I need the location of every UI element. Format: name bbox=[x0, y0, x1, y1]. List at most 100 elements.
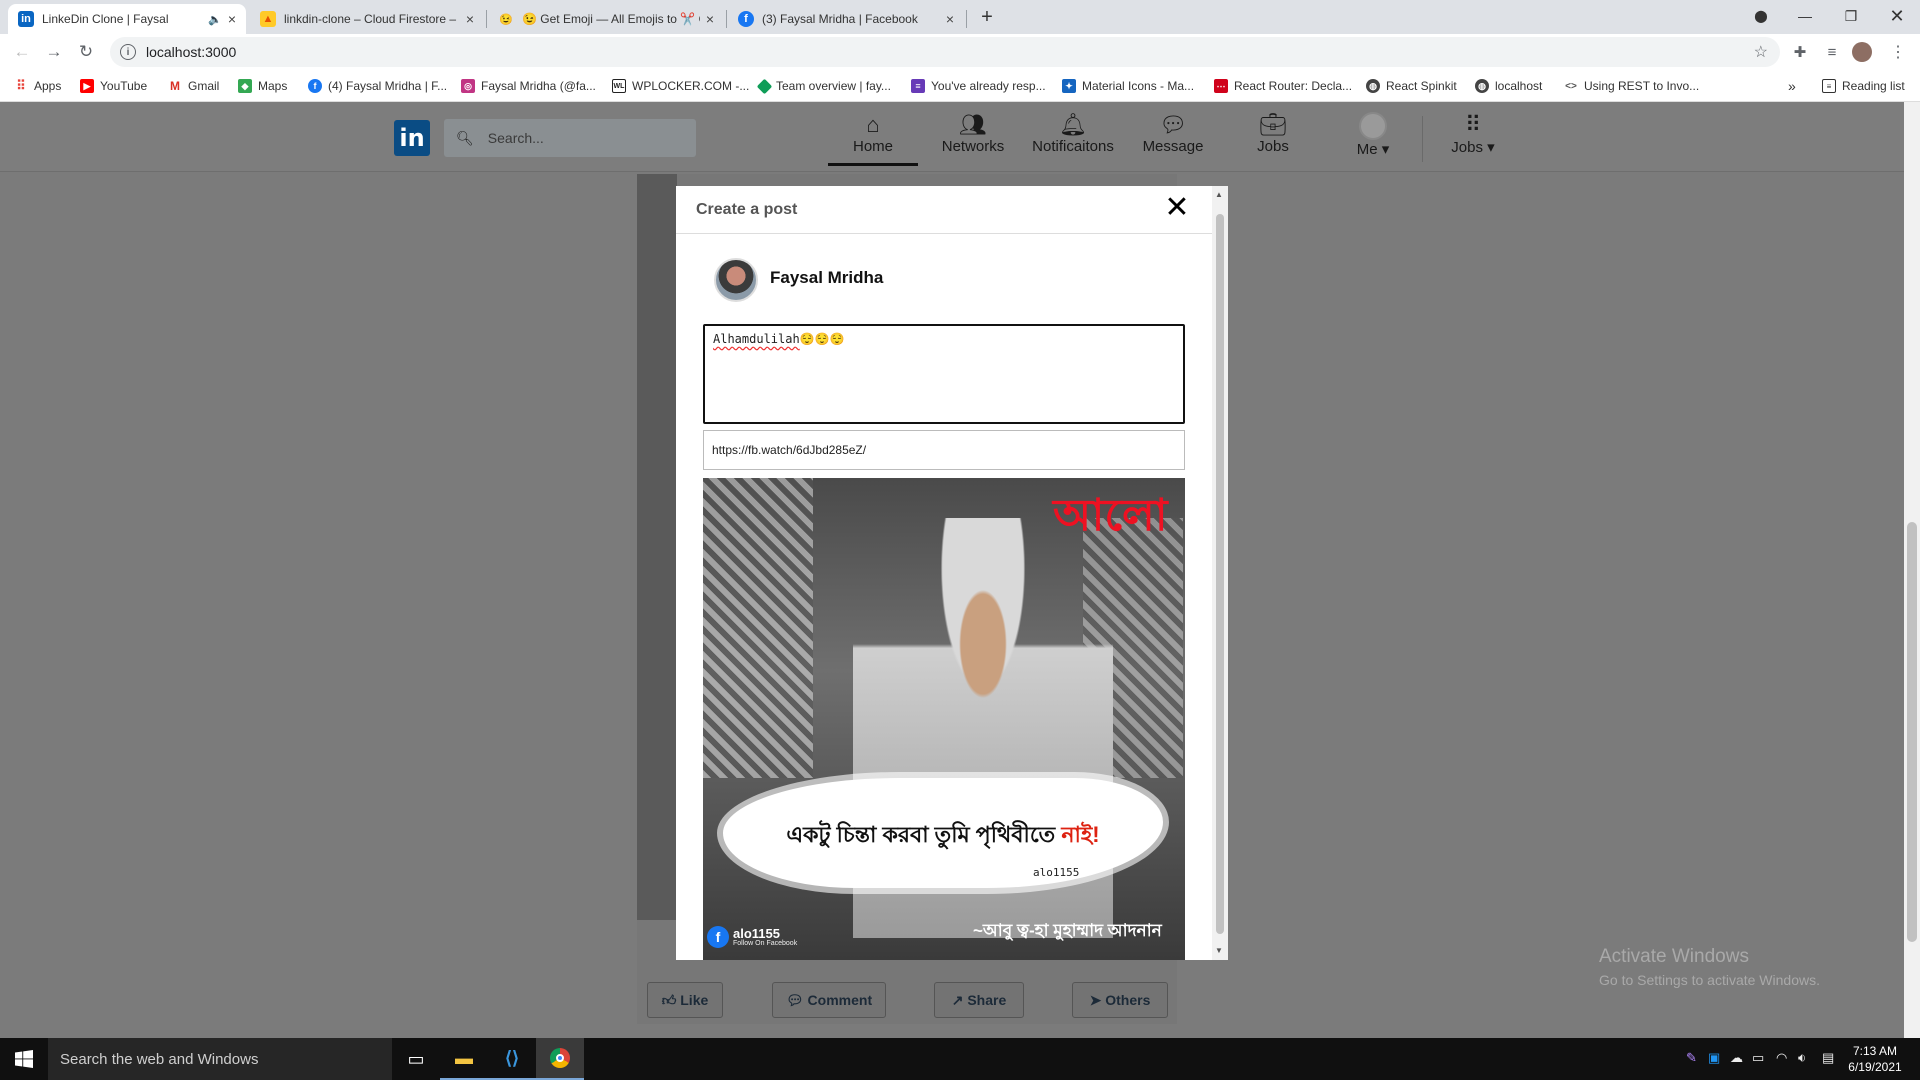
nav-work[interactable]: ⠿ Jobs ▾ bbox=[1428, 112, 1518, 166]
fb-page-name: alo1155 bbox=[733, 926, 780, 941]
back-icon[interactable]: ← bbox=[10, 40, 34, 64]
video-caption: একটু চিন্তা করবা তুমি পৃথিবীতে নাই! bbox=[786, 822, 1100, 847]
taskbar-search[interactable]: Search the web and Windows bbox=[48, 1038, 392, 1080]
close-tab-icon[interactable]: × bbox=[946, 11, 954, 27]
tab-search-icon[interactable]: ⬤ bbox=[1738, 0, 1784, 32]
modal-scrollbar[interactable]: ▲ ▼ bbox=[1212, 186, 1228, 960]
restore-button[interactable]: ❐ bbox=[1828, 0, 1874, 32]
post-textarea[interactable]: Alhamdulilah😌😌😌 bbox=[703, 324, 1185, 424]
page-scroll-thumb[interactable] bbox=[1907, 522, 1917, 942]
nav-home[interactable]: ⌂ Home bbox=[828, 112, 918, 166]
bookmark-react-router[interactable]: ⋯ React Router: Decla... bbox=[1214, 77, 1352, 95]
bookmark-gmail[interactable]: M Gmail bbox=[168, 77, 219, 95]
volume-icon[interactable]: 🔉︎ bbox=[1798, 1050, 1806, 1066]
address-bar[interactable]: i localhost:3000 ☆ bbox=[110, 37, 1780, 67]
close-tab-icon[interactable]: × bbox=[706, 11, 714, 27]
share-button[interactable]: ↗ Share bbox=[934, 982, 1024, 1018]
vscode-icon[interactable]: ⟨⟩ bbox=[488, 1038, 536, 1080]
bookmark-youtube[interactable]: ▶ YouTube bbox=[80, 77, 147, 95]
reading-list-button[interactable]: ≡ Reading list bbox=[1822, 77, 1905, 95]
wifi-icon[interactable]: ◠ bbox=[1776, 1050, 1787, 1066]
minimize-button[interactable]: — bbox=[1782, 0, 1828, 32]
scroll-up-icon[interactable]: ▲ bbox=[1215, 190, 1223, 199]
maps-icon: ◆ bbox=[238, 79, 252, 93]
linkedin-header: in 🔍︎ Search... ⌂ Home 👥︎ Networks 🔔︎ Notif… bbox=[0, 102, 1904, 172]
bookmarks-more-button[interactable]: » bbox=[1788, 77, 1796, 95]
nav-me[interactable]: Me ▾ bbox=[1328, 112, 1418, 166]
page-scrollbar[interactable] bbox=[1904, 102, 1920, 1038]
nav-message[interactable]: 💬︎ Message bbox=[1128, 112, 1218, 166]
app-tray-icon[interactable]: ▣ bbox=[1708, 1050, 1720, 1066]
gmail-icon: M bbox=[168, 79, 182, 93]
nav-jobs[interactable]: 💼︎ Jobs bbox=[1228, 112, 1318, 166]
bookmark-material-icons[interactable]: ✦ Material Icons - Ma... bbox=[1062, 77, 1194, 95]
user-name: Faysal Mridha bbox=[770, 268, 884, 287]
linkedin-icon: in bbox=[18, 11, 34, 27]
bookmark-wplocker[interactable]: WL WPLOCKER.COM -... bbox=[612, 77, 749, 95]
chrome-icon[interactable] bbox=[536, 1038, 584, 1080]
bookmark-apps[interactable]: ⠿ Apps bbox=[14, 77, 61, 95]
video-url-text: https://fb.watch/6dJbd285eZ/ bbox=[712, 443, 867, 457]
close-icon[interactable]: ✕ bbox=[1162, 190, 1192, 225]
bookmark-label: Using REST to Invo... bbox=[1584, 79, 1700, 93]
scroll-down-icon[interactable]: ▼ bbox=[1215, 946, 1223, 955]
nav-networks[interactable]: 👥︎ Networks bbox=[928, 112, 1018, 166]
search-input[interactable]: Search... bbox=[488, 130, 544, 146]
bookmark-facebook[interactable]: f (4) Faysal Mridha | F... bbox=[308, 77, 447, 95]
video-watermark: alo1155 bbox=[1033, 866, 1080, 879]
home-icon: ⌂ bbox=[866, 112, 880, 137]
tab-title: 😉 Get Emoji — All Emojis to ✂️ C bbox=[522, 12, 700, 26]
extensions-icon[interactable]: ✚ bbox=[1788, 40, 1812, 64]
bookmark-label: (4) Faysal Mridha | F... bbox=[328, 79, 448, 93]
video-url-input[interactable]: https://fb.watch/6dJbd285eZ/ bbox=[703, 430, 1185, 470]
globe-icon: ◍ bbox=[1366, 79, 1380, 93]
linkedin-logo[interactable]: in bbox=[394, 120, 430, 156]
task-view-icon[interactable]: ▭ bbox=[392, 1038, 440, 1080]
like-button[interactable]: 👍︎ Like bbox=[647, 982, 723, 1018]
tab-facebook[interactable]: f (3) Faysal Mridha | Facebook × bbox=[728, 4, 964, 34]
battery-icon[interactable]: ▭ bbox=[1752, 1050, 1764, 1066]
forward-icon[interactable]: → bbox=[42, 40, 66, 64]
bookmark-rest[interactable]: <> Using REST to Invo... bbox=[1564, 77, 1699, 95]
wplocker-icon: WL bbox=[612, 79, 626, 93]
speaker-icon[interactable]: 🔈 bbox=[208, 13, 222, 26]
bookmark-maps[interactable]: ◆ Maps bbox=[238, 77, 287, 95]
bookmark-label: YouTube bbox=[100, 79, 148, 93]
channel-logo: আলো bbox=[1053, 490, 1168, 541]
modal-scroll-thumb[interactable] bbox=[1216, 214, 1224, 934]
create-post-modal: Create a post ✕ Faysal Mridha Alhamdulil… bbox=[676, 186, 1228, 960]
pen-icon[interactable]: ✎ bbox=[1686, 1050, 1697, 1066]
new-tab-button[interactable]: + bbox=[975, 4, 999, 30]
onedrive-icon[interactable]: ☁ bbox=[1730, 1050, 1743, 1066]
bookmark-react-spinkit[interactable]: ◍ React Spinkit bbox=[1366, 77, 1457, 95]
tab-firestore[interactable]: ▲ linkdin-clone – Cloud Firestore – × bbox=[250, 4, 484, 34]
comment-button[interactable]: 💬︎ Comment bbox=[772, 982, 886, 1018]
feed-post-image bbox=[637, 174, 677, 920]
media-controls-icon[interactable]: ≡ bbox=[1820, 40, 1844, 64]
video-preview[interactable]: আলো একটু চিন্তা করবা তুমি পৃথিবীতে নাই! … bbox=[703, 478, 1185, 960]
close-window-button[interactable]: ✕ bbox=[1874, 0, 1920, 32]
browser-tab-strip: in LinkeDin Clone | Faysal 🔈 × ▲ linkdin… bbox=[0, 0, 1920, 34]
site-info-icon[interactable]: i bbox=[120, 44, 136, 60]
bookmark-star-icon[interactable]: ☆ bbox=[1754, 42, 1768, 62]
tab-get-emoji[interactable]: 😉 😉 Get Emoji — All Emojis to ✂️ C × bbox=[488, 4, 724, 34]
start-button[interactable] bbox=[0, 1038, 48, 1080]
notification-icon[interactable]: ▤ bbox=[1822, 1050, 1834, 1066]
bookmark-localhost[interactable]: ◍ localhost bbox=[1475, 77, 1542, 95]
bookmark-instagram[interactable]: ◎ Faysal Mridha (@fa... bbox=[461, 77, 596, 95]
others-button[interactable]: ➤ Others bbox=[1072, 982, 1168, 1018]
bookmark-forms[interactable]: ≡ You've already resp... bbox=[911, 77, 1046, 95]
nav-notifications[interactable]: 🔔︎ Notificaitons bbox=[1027, 112, 1119, 166]
file-explorer-icon[interactable]: ▬ bbox=[440, 1038, 488, 1080]
system-clock[interactable]: 7:13 AM 6/19/2021 bbox=[1840, 1043, 1910, 1075]
close-tab-icon[interactable]: × bbox=[466, 11, 474, 27]
chrome-menu-icon[interactable]: ⋮ bbox=[1886, 40, 1910, 64]
bookmark-team-overview[interactable]: Team overview | fay... bbox=[756, 77, 891, 95]
tab-linkedin-clone[interactable]: in LinkeDin Clone | Faysal 🔈 × bbox=[8, 4, 246, 34]
reload-icon[interactable]: ↻ bbox=[74, 40, 98, 64]
search-box[interactable]: 🔍︎ Search... bbox=[444, 119, 696, 157]
close-tab-icon[interactable]: × bbox=[228, 11, 236, 27]
globe-icon: ◍ bbox=[1475, 79, 1489, 93]
profile-avatar[interactable] bbox=[1852, 42, 1872, 62]
bookmark-label: You've already resp... bbox=[931, 79, 1046, 93]
